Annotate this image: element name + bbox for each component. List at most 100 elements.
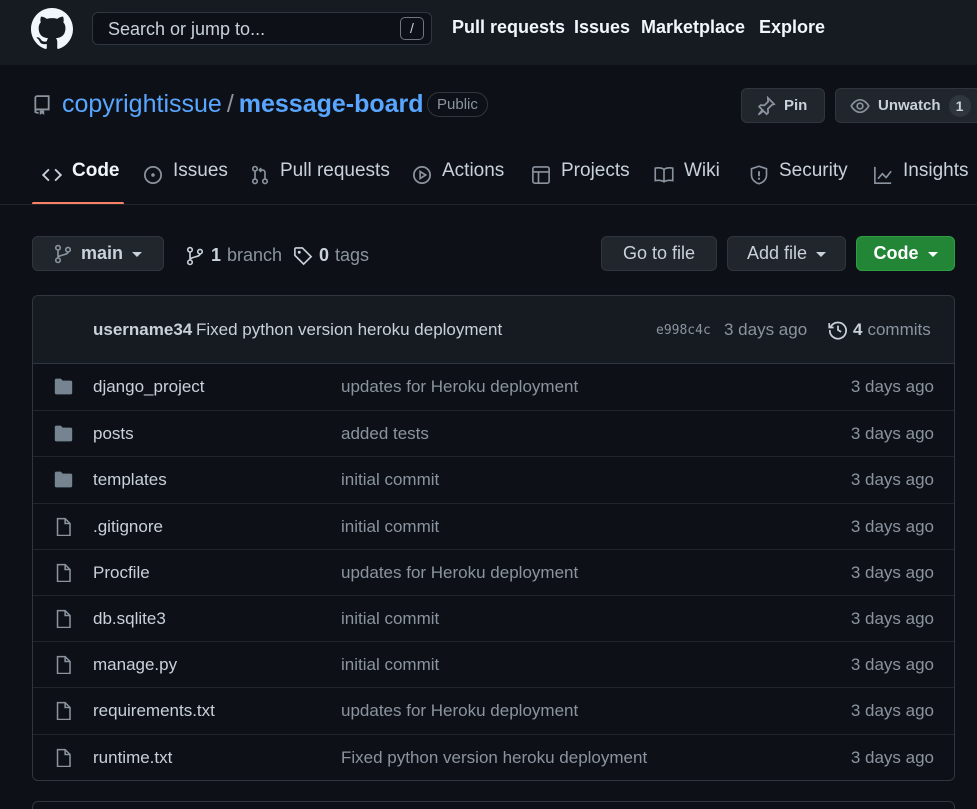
add-file-label: Add file [746, 243, 808, 263]
file-commit-message-link[interactable]: initial commit [341, 609, 439, 629]
search-placeholder: Search or jump to... [108, 19, 266, 39]
pull-request-icon [251, 165, 269, 185]
file-commit-age: 3 days ago [850, 377, 934, 396]
github-logo-icon[interactable] [31, 8, 73, 50]
file-name-link[interactable]: Procfile [93, 563, 150, 583]
file-commit-message-link[interactable]: updates for Heroku deployment [341, 563, 578, 583]
tab-code[interactable]: Code [42, 160, 120, 204]
tab-pull-requests[interactable]: Pull requests [250, 160, 390, 204]
tab-wiki-label: Wiki [684, 160, 720, 181]
commit-message-link[interactable]: Fixed python version heroku deployment [196, 320, 502, 340]
file-row[interactable]: Procfile updates for Heroku deployment 3 d… [33, 548, 954, 595]
code-button-label: Code [873, 243, 919, 263]
commit-count-label: commits [867, 320, 931, 339]
branch-select-button[interactable]: main [32, 236, 164, 271]
pin-icon [757, 95, 776, 115]
repo-owner-link[interactable]: copyrightissue [62, 90, 222, 118]
branch-count: 1 [211, 245, 222, 265]
book-icon [654, 167, 674, 183]
tag-label: tags [335, 245, 370, 265]
tags-link[interactable]: 0 tags [293, 245, 369, 266]
unwatch-label: Unwatch [878, 97, 941, 114]
branch-name: main [81, 243, 124, 263]
file-commit-age: 3 days ago [850, 609, 934, 628]
search-input[interactable]: Search or jump to... / [92, 12, 432, 45]
chevron-down-icon [132, 252, 143, 257]
file-commit-message-link[interactable]: initial commit [341, 470, 439, 490]
play-icon [413, 166, 431, 184]
add-file-button[interactable]: Add file [727, 236, 846, 271]
nav-issues[interactable]: Issues [574, 17, 630, 38]
nav-pull-requests[interactable]: Pull requests [452, 17, 565, 38]
file-commit-message-link[interactable]: Fixed python version heroku deployment [341, 748, 647, 768]
branches-link[interactable]: 1 branch [185, 245, 282, 266]
unwatch-button[interactable]: Unwatch 1 [835, 88, 977, 123]
tab-actions-label: Actions [442, 160, 505, 181]
file-commit-age: 3 days ago [850, 562, 934, 582]
file-row[interactable]: templates initial commit 3 days ago [33, 456, 954, 502]
tab-issues-label: Issues [173, 160, 228, 181]
commit-author-link[interactable]: username34 [93, 320, 192, 340]
file-name-link[interactable]: django_project [93, 377, 205, 397]
file-icon [56, 656, 71, 675]
git-branch-icon [186, 246, 204, 265]
tab-insights[interactable]: Insights [873, 160, 968, 204]
tab-wiki[interactable]: Wiki [654, 160, 720, 204]
file-row[interactable]: runtime.txt Fixed python version heroku d… [33, 733, 954, 780]
file-commit-message-link[interactable]: updates for Heroku deployment [341, 377, 578, 397]
shield-icon [750, 165, 768, 185]
chevron-down-icon [816, 252, 827, 257]
file-commit-age: 3 days ago [850, 701, 934, 721]
file-commit-message-link[interactable]: updates for Heroku deployment [341, 701, 578, 721]
file-commit-message-link[interactable]: initial commit [341, 655, 439, 675]
eye-icon [850, 98, 870, 113]
commits-history-link[interactable]: 4 commits [828, 320, 931, 340]
file-commit-age: 3 days ago [850, 516, 934, 536]
search-shortcut-key: / [400, 17, 424, 40]
issue-icon [144, 166, 162, 184]
watch-count: 1 [948, 94, 971, 117]
code-button[interactable]: Code [856, 236, 955, 271]
pin-button[interactable]: Pin [741, 88, 825, 123]
file-name-link[interactable]: templates [93, 470, 167, 490]
latest-commit-bar: username34 Fixed python version heroku d… [33, 296, 954, 364]
file-row[interactable]: manage.py initial commit 3 days ago [33, 641, 954, 687]
file-commit-message-link[interactable]: added tests [341, 424, 429, 444]
tab-code-label: Code [72, 160, 120, 181]
tag-icon [294, 246, 313, 265]
branch-label: branch [227, 245, 283, 265]
file-name-link[interactable]: requirements.txt [93, 701, 215, 721]
folder-icon [54, 378, 73, 395]
go-to-file-label: Go to file [622, 243, 696, 263]
code-icon [42, 168, 62, 182]
file-commit-age: 3 days ago [850, 470, 934, 490]
folder-icon [54, 472, 73, 488]
go-to-file-button[interactable]: Go to file [601, 236, 717, 271]
history-icon [828, 321, 847, 340]
file-name-link[interactable]: manage.py [93, 655, 177, 675]
file-name-link[interactable]: runtime.txt [93, 748, 172, 768]
nav-explore[interactable]: Explore [759, 17, 825, 38]
tab-actions[interactable]: Actions [412, 160, 504, 204]
file-name-link[interactable]: posts [93, 424, 134, 444]
file-row[interactable]: requirements.txt updates for Heroku deplo… [33, 687, 954, 733]
file-commit-age: 3 days ago [850, 655, 934, 675]
tab-security[interactable]: Security [749, 160, 848, 204]
file-row[interactable]: db.sqlite3 initial commit 3 days ago [33, 595, 954, 641]
commit-sha-link[interactable]: e998c4c [656, 323, 711, 338]
visibility-badge: Public [427, 92, 488, 117]
file-commit-message-link[interactable]: initial commit [341, 517, 439, 537]
file-name-link[interactable]: .gitignore [93, 517, 163, 537]
tab-projects[interactable]: Projects [531, 160, 630, 204]
nav-marketplace[interactable]: Marketplace [641, 17, 745, 38]
file-row[interactable]: django_project updates for Heroku deploym… [33, 364, 954, 410]
folder-icon [54, 425, 73, 442]
pin-label: Pin [784, 97, 808, 114]
file-row[interactable]: posts added tests 3 days ago [33, 410, 954, 456]
file-row[interactable]: .gitignore initial commit 3 days ago [33, 502, 954, 549]
repo-name-link[interactable]: message-board [239, 90, 424, 118]
tag-count: 0 [319, 245, 330, 265]
tab-issues[interactable]: Issues [143, 160, 228, 204]
file-name-link[interactable]: db.sqlite3 [93, 609, 166, 629]
file-icon [56, 748, 71, 767]
